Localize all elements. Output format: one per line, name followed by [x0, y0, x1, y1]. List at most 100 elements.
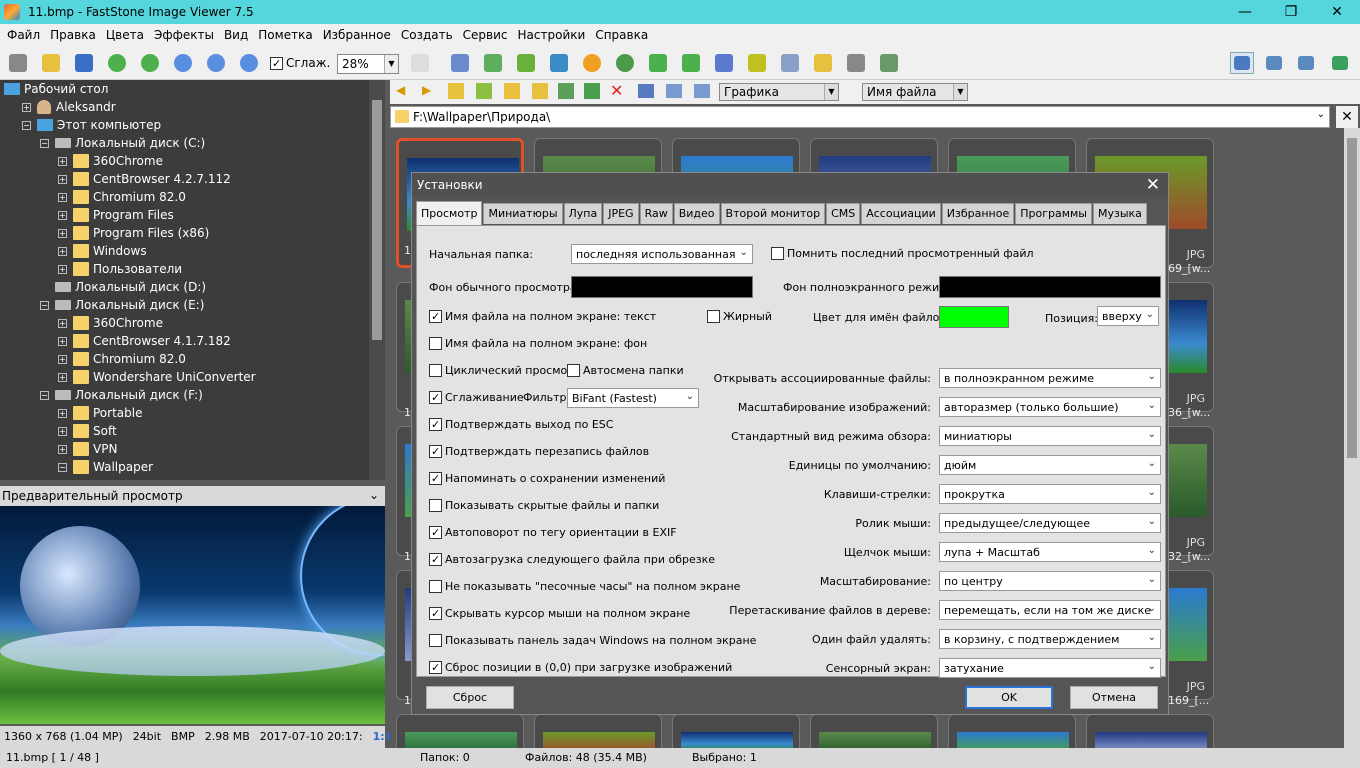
- expand-icon[interactable]: +: [58, 192, 67, 202]
- option-checkbox[interactable]: Скрывать курсор мыши на полном экране: [429, 607, 690, 620]
- cyclic-checkbox[interactable]: Циклический просмотр: [429, 364, 581, 377]
- expand-icon[interactable]: +: [58, 174, 67, 184]
- checkbox-box[interactable]: [567, 364, 580, 377]
- draw-icon[interactable]: [778, 52, 802, 74]
- setting-select[interactable]: авторазмер (только большие) ⌄: [939, 397, 1161, 417]
- tree-item[interactable]: − Wallpaper: [58, 458, 153, 476]
- option-checkbox[interactable]: Показывать скрытые файлы и папки: [429, 499, 659, 512]
- tree-scroll-thumb[interactable]: [372, 100, 382, 340]
- zoom-out-icon[interactable]: [204, 52, 228, 74]
- browser-mode-icon[interactable]: [1230, 52, 1254, 74]
- expand-icon[interactable]: +: [58, 246, 67, 256]
- smooth-toggle[interactable]: Сглаж.: [270, 56, 330, 70]
- tab-0[interactable]: Просмотр: [416, 201, 483, 225]
- resize-icon[interactable]: [745, 52, 769, 74]
- viewer-mode-icon[interactable]: [1262, 52, 1286, 74]
- tree-item[interactable]: + Wondershare UniConverter: [58, 368, 256, 386]
- menu-item[interactable]: Правка: [45, 28, 101, 42]
- hand-tool-icon[interactable]: [408, 52, 432, 74]
- favorites-icon[interactable]: [532, 83, 548, 99]
- fullscreen-bg-color-swatch[interactable]: [939, 276, 1161, 298]
- tab-9[interactable]: Избранное: [941, 203, 1015, 224]
- new-folder-icon[interactable]: [504, 83, 520, 99]
- expand-icon[interactable]: +: [58, 372, 67, 382]
- tab-3[interactable]: JPEG: [603, 203, 639, 224]
- bold-checkbox[interactable]: Жирный: [707, 310, 772, 323]
- menu-item[interactable]: Создать: [396, 28, 458, 42]
- menu-item[interactable]: Справка: [590, 28, 653, 42]
- file-filter-select[interactable]: Графика ▼: [719, 83, 839, 101]
- crop-icon[interactable]: [514, 52, 538, 74]
- details-view-icon[interactable]: [694, 84, 710, 98]
- rotate-right-icon[interactable]: [679, 52, 703, 74]
- email-icon[interactable]: [811, 52, 835, 74]
- collapse-icon[interactable]: −: [22, 120, 31, 130]
- checkbox-box[interactable]: [707, 310, 720, 323]
- person-icon[interactable]: [613, 52, 637, 74]
- cancel-button[interactable]: Отмена: [1070, 686, 1158, 709]
- smoothing-checkbox[interactable]: Сглаживание: [429, 391, 524, 404]
- window-mode-icon[interactable]: [1294, 52, 1318, 74]
- expand-icon[interactable]: +: [58, 408, 67, 418]
- slideshow-icon[interactable]: [448, 52, 472, 74]
- tree-item[interactable]: + Soft: [58, 422, 117, 440]
- option-checkbox[interactable]: Автоповорот по тегу ориентации в EXIF: [429, 526, 677, 539]
- expand-icon[interactable]: +: [58, 426, 67, 436]
- checkbox-box[interactable]: [429, 337, 442, 350]
- effects-icon[interactable]: [580, 52, 604, 74]
- expand-icon[interactable]: +: [58, 264, 67, 274]
- print-icon[interactable]: [844, 52, 868, 74]
- ok-button[interactable]: OK: [965, 686, 1053, 709]
- thumbnail-scroll-thumb[interactable]: [1347, 138, 1357, 458]
- setting-select[interactable]: затухание ⌄: [939, 658, 1161, 678]
- dialog-close-button[interactable]: ✕: [1146, 175, 1160, 195]
- tree-item[interactable]: + Пользователи: [58, 260, 182, 278]
- forward-icon[interactable]: ▶: [422, 83, 431, 97]
- tree-item[interactable]: +360Chrome: [58, 152, 163, 170]
- checkbox-box[interactable]: [429, 391, 442, 404]
- setting-select[interactable]: в корзину, с подтверждением ⌄: [939, 629, 1161, 649]
- delete-icon[interactable]: ✕: [610, 81, 623, 100]
- path-input[interactable]: F:\Wallpaper\Природа\ ⌄: [390, 106, 1330, 128]
- next-icon[interactable]: [138, 52, 162, 74]
- tree-item[interactable]: + Windows: [58, 242, 147, 260]
- menu-item[interactable]: Пометка: [253, 28, 317, 42]
- tree-item[interactable]: +360Chrome: [58, 314, 163, 332]
- tab-2[interactable]: Лупа: [563, 203, 603, 224]
- tree-item[interactable]: + Program Files (x86): [58, 224, 209, 242]
- checkbox-box[interactable]: [429, 472, 442, 485]
- setting-select[interactable]: дюйм ⌄: [939, 455, 1161, 475]
- filename-bg-checkbox[interactable]: Имя файла на полном экране: фон: [429, 337, 647, 350]
- settings-icon[interactable]: [877, 52, 901, 74]
- tab-10[interactable]: Программы: [1015, 203, 1092, 224]
- previous-icon[interactable]: [105, 52, 129, 74]
- close-window-button[interactable]: ✕: [1314, 0, 1360, 24]
- tree-item[interactable]: Локальный диск (D:): [40, 278, 206, 296]
- tree-item[interactable]: + CentBrowser 4.1.7.182: [58, 332, 231, 350]
- maximize-button[interactable]: ❐: [1268, 0, 1314, 24]
- setting-select[interactable]: перемещать, если на том же диске ⌄: [939, 600, 1161, 620]
- refresh-icon[interactable]: [476, 83, 492, 99]
- grid-view-icon[interactable]: [638, 84, 654, 98]
- checkbox-box[interactable]: [429, 661, 442, 674]
- open-camera-icon[interactable]: [6, 52, 30, 74]
- tab-4[interactable]: Raw: [639, 203, 673, 224]
- start-folder-select[interactable]: последняя использованная ⌄: [571, 244, 753, 264]
- checkbox-box[interactable]: [429, 580, 442, 593]
- fullscreen-icon[interactable]: [1328, 52, 1352, 74]
- menu-item[interactable]: Вид: [219, 28, 253, 42]
- copy-icon[interactable]: [558, 83, 574, 99]
- checkbox-box[interactable]: [429, 445, 442, 458]
- tree-item[interactable]: + Aleksandr: [22, 98, 116, 116]
- tree-item[interactable]: + Chromium 82.0: [58, 350, 186, 368]
- expand-icon[interactable]: +: [58, 318, 67, 328]
- expand-icon[interactable]: +: [22, 102, 31, 112]
- checkbox-box[interactable]: [429, 526, 442, 539]
- minimize-button[interactable]: —: [1222, 0, 1268, 24]
- tab-11[interactable]: Музыка: [1093, 203, 1147, 224]
- checkbox-box[interactable]: [429, 607, 442, 620]
- option-checkbox[interactable]: Автозагрузка следующего файла при обрезк…: [429, 553, 715, 566]
- smooth-checkbox[interactable]: [270, 56, 283, 70]
- expand-icon[interactable]: +: [58, 354, 67, 364]
- tree-item[interactable]: + Chromium 82.0: [58, 188, 186, 206]
